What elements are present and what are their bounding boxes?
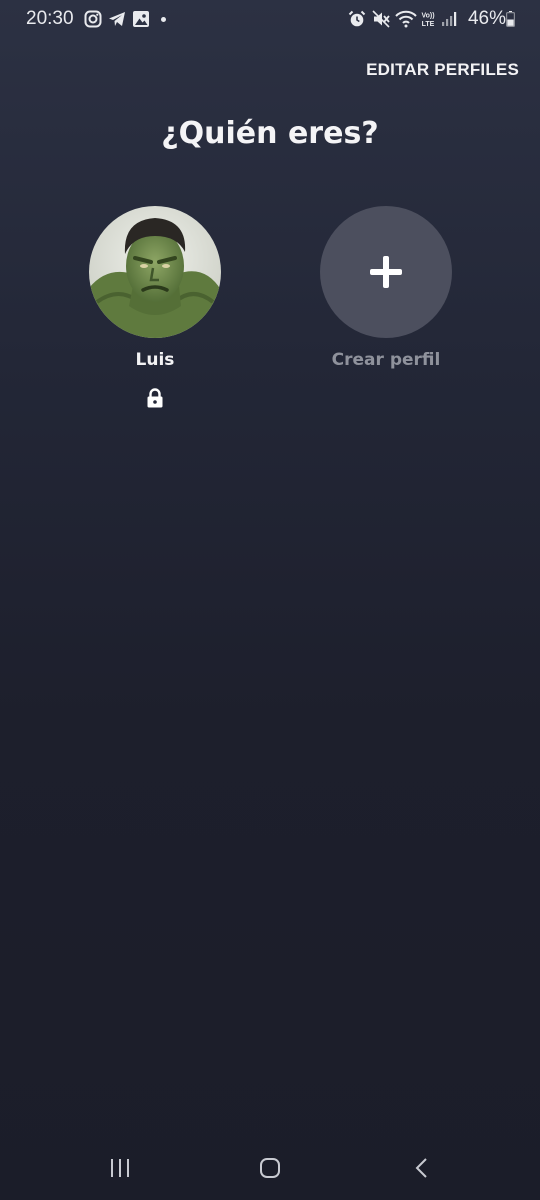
profile-name: Luis bbox=[135, 350, 175, 370]
volte-icon: Vo)) LTE bbox=[421, 13, 435, 29]
home-icon bbox=[260, 1158, 280, 1178]
edit-profiles-button[interactable]: EDITAR PERFILES bbox=[366, 60, 519, 80]
svg-text:Vo)): Vo)) bbox=[421, 13, 434, 20]
recents-button[interactable] bbox=[90, 1146, 150, 1190]
svg-text:LTE: LTE bbox=[422, 21, 435, 28]
notification-dot-icon bbox=[161, 17, 166, 22]
back-icon bbox=[415, 1158, 427, 1178]
page-title: ¿Quién eres? bbox=[161, 116, 379, 151]
back-button[interactable] bbox=[392, 1146, 452, 1190]
status-bar: 20:30 Vo)) LTE 46% bbox=[0, 0, 540, 38]
telegram-icon bbox=[109, 12, 125, 26]
battery-icon bbox=[506, 11, 515, 27]
gallery-icon bbox=[133, 11, 149, 27]
lock-icon bbox=[147, 388, 163, 408]
battery-percent: 46% bbox=[467, 8, 506, 29]
navigation-bar bbox=[0, 1136, 540, 1200]
signal-icon bbox=[442, 12, 457, 26]
status-time: 20:30 bbox=[26, 8, 74, 29]
home-button[interactable] bbox=[240, 1146, 300, 1190]
alarm-icon bbox=[348, 10, 366, 27]
wifi-icon bbox=[395, 10, 417, 28]
mute-icon bbox=[372, 10, 390, 28]
create-profile-label: Crear perfil bbox=[331, 350, 441, 370]
add-profile-button[interactable] bbox=[320, 206, 452, 338]
instagram-icon bbox=[84, 10, 102, 28]
recents-icon bbox=[111, 1159, 129, 1177]
plus-icon-vertical bbox=[383, 256, 389, 288]
create-profile-card[interactable]: Crear perfil bbox=[301, 206, 471, 370]
profile-card-luis[interactable]: Luis bbox=[70, 206, 240, 408]
profile-avatar[interactable] bbox=[89, 206, 221, 338]
